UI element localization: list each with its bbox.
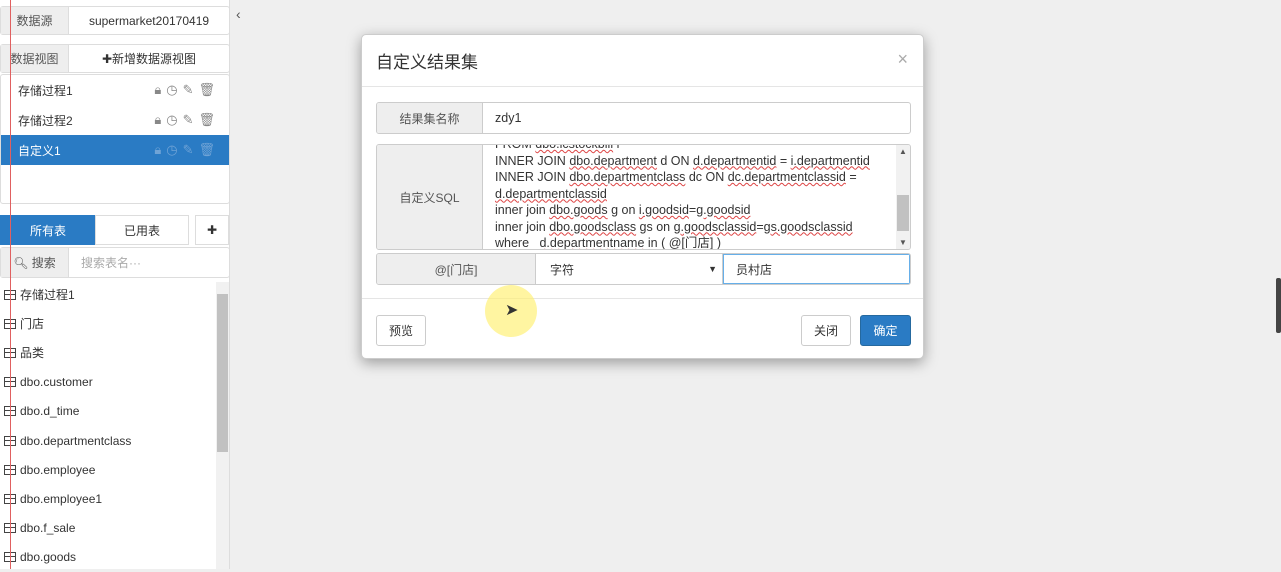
lock-icon[interactable]: 🔒︎	[154, 142, 161, 158]
table-name: dbo.goods	[20, 550, 77, 565]
table-name: 存储过程1	[20, 288, 75, 303]
add-view-button[interactable]: ✚新增数据源视图	[69, 45, 229, 72]
search-group: 🔍︎ 搜索 搜索表名···	[0, 247, 230, 278]
lock-icon[interactable]: 🔒︎	[154, 112, 161, 128]
table-item[interactable]: dbo.employee1	[0, 484, 215, 513]
guide-line	[10, 0, 11, 569]
footer-divider	[362, 298, 923, 299]
datasource-select[interactable]: supermarket20170419	[69, 7, 229, 34]
custom-resultset-modal: 自定义结果集 × 结果集名称 zdy1 自定义SQL FROM dbo.icsto…	[361, 34, 924, 359]
view-item[interactable]: 自定义1 🔒︎ ◷ ✎ 🗑︎	[1, 135, 229, 165]
name-row: 结果集名称 zdy1	[376, 102, 911, 134]
close-icon[interactable]: ×	[897, 49, 908, 70]
param-value-input[interactable]: 员村店	[723, 254, 910, 284]
mouse-pointer-icon: ➤	[505, 302, 519, 319]
scrollbar-thumb[interactable]	[897, 195, 909, 231]
left-panel: 数据源 supermarket20170419 数据视图 ✚新增数据源视图 存储…	[0, 0, 230, 569]
table-name: 门店	[20, 317, 45, 332]
tab-all-tables[interactable]: 所有表	[0, 215, 96, 245]
trash-icon[interactable]: 🗑︎	[198, 112, 215, 128]
sql-label: 自定义SQL	[377, 145, 483, 249]
close-button[interactable]: 关闭	[801, 315, 852, 346]
view-label: 自定义1	[18, 143, 61, 158]
table-item[interactable]: dbo.employee	[0, 455, 215, 484]
lock-icon[interactable]: 🔒︎	[154, 82, 161, 98]
sql-scrollbar[interactable]: ▲ ▼	[896, 145, 910, 249]
clock-icon[interactable]: ◷	[166, 142, 177, 158]
table-item[interactable]: 品类	[0, 338, 215, 367]
name-label: 结果集名称	[377, 103, 483, 133]
scroll-up-icon[interactable]: ▲	[899, 147, 907, 156]
view-label: 存储过程2	[18, 113, 73, 128]
view-item[interactable]: 存储过程2 🔒︎ ◷ ✎ 🗑︎	[1, 105, 229, 135]
table-name: dbo.d_time	[20, 404, 80, 419]
table-item[interactable]: dbo.f_sale	[0, 514, 215, 543]
dataview-group: 数据视图 ✚新增数据源视图	[0, 44, 230, 73]
table-item[interactable]: 门店	[0, 309, 215, 338]
pencil-icon[interactable]: ✎	[183, 142, 194, 158]
chevron-down-icon: ▼	[708, 264, 717, 274]
clock-icon[interactable]: ◷	[166, 82, 177, 98]
table-name: 品类	[20, 346, 45, 361]
table-item[interactable]: dbo.goods	[0, 543, 215, 572]
table-name: dbo.f_sale	[20, 521, 76, 536]
param-type-select[interactable]: 字符 ▼	[536, 254, 723, 284]
search-label-text: 搜索	[31, 256, 56, 270]
table-item[interactable]: 存储过程1	[0, 280, 215, 309]
table-list-scrollbar[interactable]	[216, 282, 229, 569]
view-item[interactable]: 存储过程1 🔒︎ ◷ ✎ 🗑︎	[1, 75, 229, 105]
scroll-down-icon[interactable]: ▼	[899, 238, 907, 247]
param-row: @[门店] 字符 ▼ 员村店	[376, 253, 911, 285]
collapse-icon[interactable]: ‹	[236, 6, 241, 22]
table-item[interactable]: dbo.d_time	[0, 397, 215, 426]
table-item[interactable]: dbo.customer	[0, 368, 215, 397]
dataview-label: 数据视图	[1, 45, 69, 72]
datasource-group: 数据源 supermarket20170419	[0, 6, 230, 35]
sql-textarea[interactable]: FROM dbo.icstockbill i INNER JOIN dbo.de…	[483, 145, 896, 249]
modal-title: 自定义结果集	[376, 53, 478, 72]
param-label: @[门店]	[377, 254, 536, 284]
table-name: dbo.employee1	[20, 491, 103, 506]
view-list: 存储过程1 🔒︎ ◷ ✎ 🗑︎ 存储过程2 🔒︎ ◷ ✎ 🗑︎ 自定义1 🔒︎ ◷ ✎ 🗑︎	[0, 74, 230, 204]
preview-button[interactable]: 预览	[376, 315, 427, 346]
sql-row: 自定义SQL FROM dbo.icstockbill i INNER JOIN…	[376, 144, 911, 250]
datasource-label: 数据源	[1, 7, 69, 34]
search-input[interactable]: 搜索表名···	[69, 248, 229, 277]
pencil-icon[interactable]: ✎	[183, 112, 194, 128]
tab-used-tables[interactable]: 已用表	[95, 215, 189, 245]
table-name: dbo.employee	[20, 462, 96, 477]
table-name: dbo.customer	[20, 375, 93, 390]
table-tabs: 所有表 已用表 ✚	[0, 215, 230, 245]
name-input[interactable]: zdy1	[483, 103, 910, 133]
search-icon: 🔍︎	[13, 255, 29, 270]
clock-icon[interactable]: ◷	[166, 112, 177, 128]
table-item[interactable]: dbo.departmentclass	[0, 426, 215, 455]
param-type-value: 字符	[550, 262, 575, 277]
trash-icon[interactable]: 🗑︎	[198, 142, 215, 158]
pencil-icon[interactable]: ✎	[183, 82, 194, 98]
trash-icon[interactable]: 🗑︎	[198, 82, 215, 98]
table-name: dbo.departmentclass	[20, 433, 132, 448]
page-scroll-handle[interactable]	[1276, 278, 1281, 333]
scrollbar-thumb[interactable]	[217, 294, 228, 452]
add-table-button[interactable]: ✚	[195, 215, 229, 245]
table-list: 存储过程1 门店品类 dbo.customer dbo.d_time dbo.depar…	[0, 280, 215, 572]
search-label: 🔍︎ 搜索	[1, 248, 69, 277]
view-label: 存储过程1	[18, 83, 73, 98]
confirm-button[interactable]: 确定	[860, 315, 911, 346]
